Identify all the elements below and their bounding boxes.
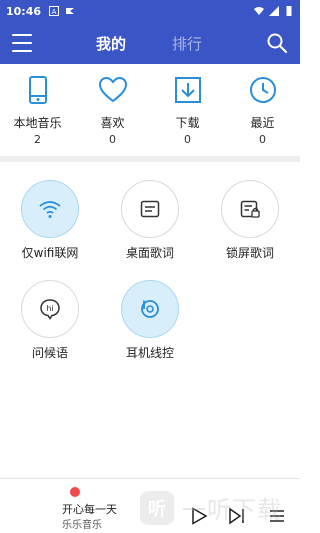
desktop-lyrics-icon — [140, 200, 160, 218]
menu-icon-line — [12, 42, 32, 44]
wifi-icon — [39, 201, 61, 218]
stat-label: 喜欢 — [100, 116, 125, 130]
greeting-icon: hi — [40, 299, 60, 320]
tool-button[interactable] — [121, 180, 179, 238]
tool-label: 锁屏歌词 — [225, 246, 274, 260]
status-time: 10:46 — [6, 4, 42, 18]
stat-count: 0 — [259, 133, 266, 146]
status-left-icons: A — [49, 6, 75, 16]
status-right-icons — [254, 6, 294, 16]
tab-mine[interactable]: 我的 — [96, 33, 126, 54]
tool-greeting[interactable]: hi 问候语 — [0, 280, 100, 361]
tab-ranking[interactable]: 排行 — [172, 33, 202, 54]
tool-label: 仅wifi联网 — [21, 246, 79, 260]
tool-button[interactable] — [221, 180, 279, 238]
svg-text:hi: hi — [46, 304, 53, 313]
status-bar: 10:46 A — [0, 0, 300, 22]
playing-indicator — [70, 487, 80, 497]
watermark-logo: 听 — [140, 490, 174, 525]
signal-icon — [269, 6, 279, 16]
stat-favorites[interactable]: 喜欢 0 — [75, 64, 150, 156]
stat-count: 0 — [184, 133, 191, 146]
library-stats: 本地音乐 2 喜欢 0 下载 0 最近 0 — [0, 64, 300, 156]
tool-button[interactable] — [121, 280, 179, 338]
tool-wifi-only[interactable]: 仅wifi联网 — [0, 180, 100, 261]
stat-label: 本地音乐 — [13, 116, 62, 130]
download-icon — [174, 77, 201, 103]
lockscreen-lyrics-icon — [240, 200, 260, 218]
search-icon[interactable] — [266, 32, 288, 54]
tool-desktop-lyrics[interactable]: 桌面歌词 — [100, 180, 200, 261]
watermark: 听 一听下载 — [140, 490, 282, 525]
tools-grid: 仅wifi联网 桌面歌词 锁屏歌词 hi 问候语 耳机线控 — [0, 162, 300, 412]
menu-button[interactable] — [12, 34, 32, 52]
stat-label: 下载 — [175, 116, 200, 130]
stat-count: 0 — [109, 133, 116, 146]
headphone-control-icon — [141, 300, 159, 318]
stat-count: 2 — [34, 133, 41, 146]
tool-label: 问候语 — [31, 346, 68, 360]
tool-label: 耳机线控 — [125, 346, 174, 360]
battery-icon — [286, 6, 292, 16]
app-bar: 我的 排行 — [0, 22, 300, 64]
wifi-icon — [254, 7, 264, 15]
menu-icon-line — [12, 34, 32, 36]
stat-downloads[interactable]: 下载 0 — [150, 64, 225, 156]
stat-label: 最近 — [250, 116, 275, 130]
app-notification-icon — [66, 8, 75, 14]
svg-text:A: A — [52, 8, 57, 16]
heart-icon — [98, 76, 127, 103]
stat-recent[interactable]: 最近 0 — [225, 64, 300, 156]
stat-local-music[interactable]: 本地音乐 2 — [0, 64, 75, 156]
tool-button[interactable] — [21, 180, 79, 238]
clock-icon — [249, 77, 276, 103]
tool-button[interactable]: hi — [21, 280, 79, 338]
watermark-text: 一听下载 — [182, 496, 282, 524]
menu-icon-line — [12, 50, 32, 52]
tool-lockscreen-lyrics[interactable]: 锁屏歌词 — [200, 180, 300, 261]
player-artist: 乐乐音乐 — [62, 520, 102, 531]
phone-icon — [28, 76, 47, 104]
tool-headphone-control[interactable]: 耳机线控 — [100, 280, 200, 361]
notification-a-icon: A — [49, 6, 60, 16]
tool-label: 桌面歌词 — [125, 246, 174, 260]
player-track-title: 开心每一天 — [62, 503, 117, 516]
